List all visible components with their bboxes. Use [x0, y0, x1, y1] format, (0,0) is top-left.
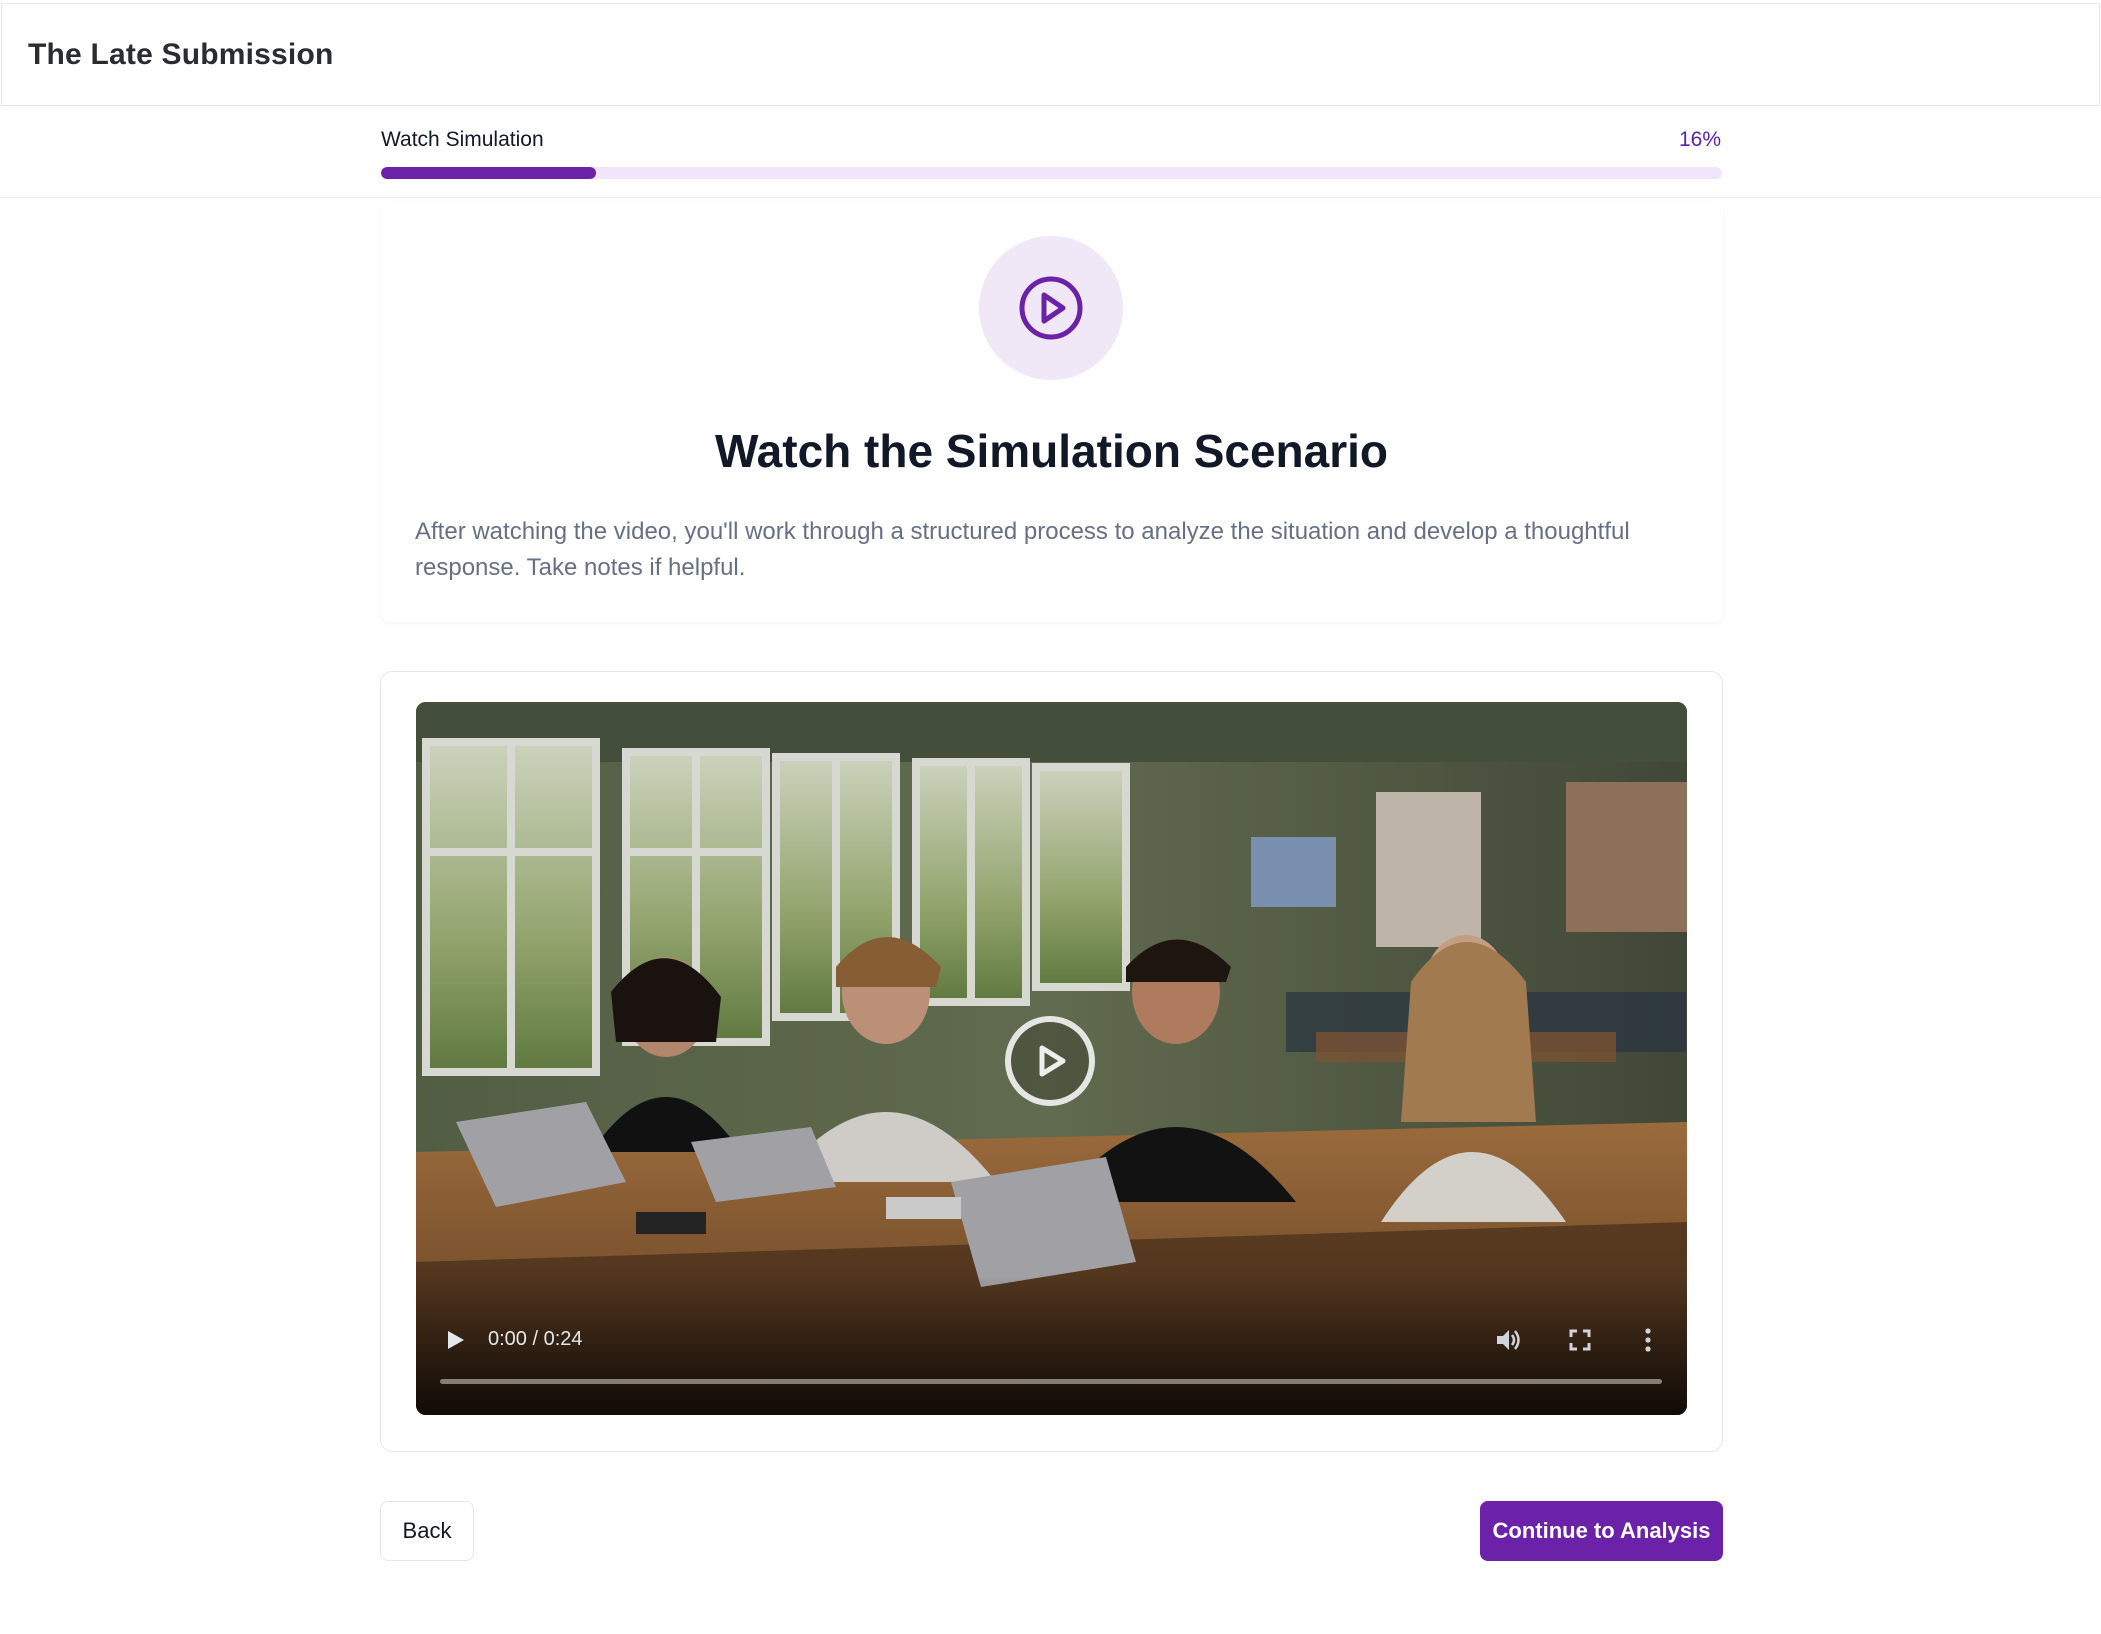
video-time-display: 0:00 / 0:24 — [488, 1328, 583, 1350]
video-player[interactable]: 0:00 / 0:24 — [416, 702, 1687, 1415]
progress-section: Watch Simulation 16% — [0, 106, 2101, 198]
video-card: 0:00 / 0:24 — [380, 671, 1723, 1452]
progress-percent: 16% — [1678, 128, 1721, 151]
play-circle-icon — [979, 236, 1123, 380]
progress-bar-fill — [381, 167, 596, 179]
back-button[interactable]: Back — [380, 1501, 474, 1561]
video-scrubber[interactable] — [440, 1379, 1662, 1384]
intro-card: Watch the Simulation Scenario After watc… — [380, 202, 1723, 622]
intro-description: After watching the video, you'll work th… — [415, 518, 1630, 581]
page-title: Watch the Simulation Scenario — [714, 425, 1389, 477]
volume-icon[interactable] — [1494, 1326, 1522, 1354]
big-play-icon[interactable] — [1005, 1016, 1095, 1106]
fullscreen-icon[interactable] — [1568, 1328, 1592, 1352]
app-title: The Late Submission — [28, 37, 334, 71]
play-icon[interactable] — [444, 1328, 468, 1352]
more-options-icon[interactable] — [1642, 1326, 1654, 1354]
continue-to-analysis-button[interactable]: Continue to Analysis — [1480, 1501, 1723, 1561]
progress-step-label: Watch Simulation — [381, 128, 544, 151]
progress-bar — [381, 167, 1722, 179]
app-header: The Late Submission — [1, 3, 2100, 106]
